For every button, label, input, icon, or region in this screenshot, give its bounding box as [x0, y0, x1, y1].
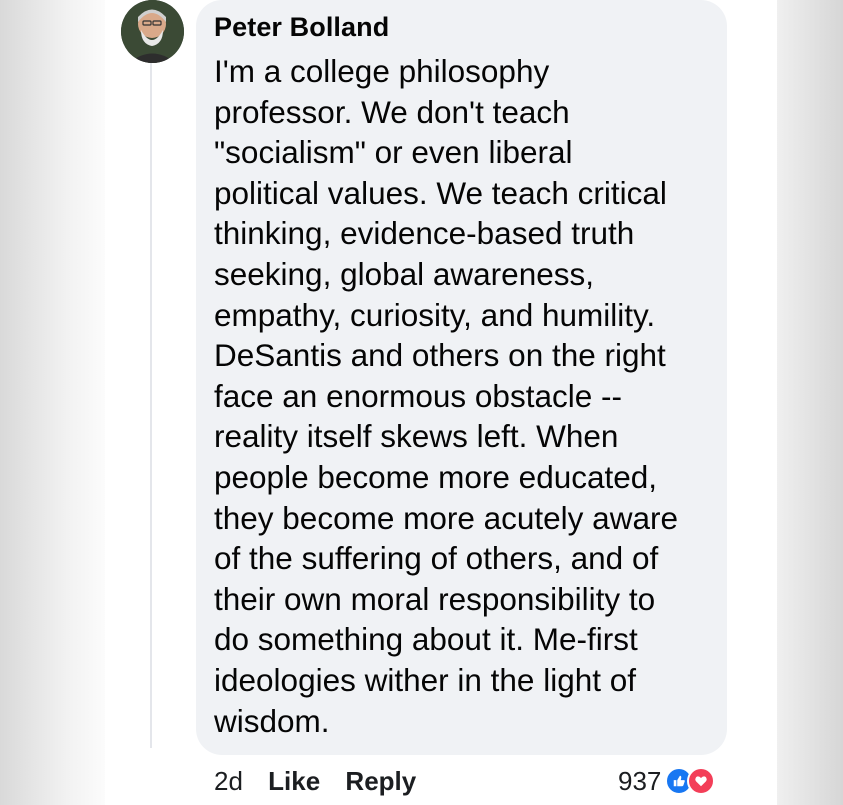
comment-line: professor. We don't teach	[214, 93, 570, 130]
reaction-icons	[665, 767, 716, 795]
comment-line: seeking, global awareness,	[214, 255, 594, 292]
comment-line: their own moral responsibility to	[214, 580, 656, 617]
comment-line: thinking, evidence-based truth	[214, 215, 635, 252]
avatar[interactable]	[121, 0, 184, 63]
comment-actions: 2d Like Reply	[214, 766, 434, 797]
comment-line: wisdom.	[214, 702, 330, 739]
comment-line: they become more acutely aware	[214, 499, 678, 536]
comment-line: "socialism" or even liberal	[214, 134, 573, 171]
comment-line: ideologies wither in the light of	[214, 661, 637, 698]
comment-author[interactable]: Peter Bolland	[214, 12, 389, 43]
comment-text: I'm a college philosophy professor. We d…	[214, 51, 714, 741]
reaction-count: 937	[618, 765, 662, 796]
comment-line: I'm a college philosophy	[214, 53, 550, 89]
reactions-summary[interactable]: 937	[618, 765, 716, 797]
like-button[interactable]: Like	[268, 766, 320, 796]
love-icon	[687, 767, 716, 795]
comment-timestamp[interactable]: 2d	[214, 766, 243, 796]
comment-line: DeSantis and others on the right	[214, 337, 666, 374]
thread-line	[150, 58, 152, 748]
comment-line: political values. We teach critical	[214, 174, 667, 211]
comment-line: of the suffering of others, and of	[214, 540, 659, 577]
reply-button[interactable]: Reply	[345, 766, 416, 796]
comment-line: face an enormous obstacle --	[214, 377, 622, 414]
avatar-image	[121, 0, 184, 63]
comment-line: people become more educated,	[214, 458, 658, 495]
comment-line: do something about it. Me-first	[214, 621, 638, 658]
comment-line: reality itself skews left. When	[214, 418, 619, 455]
comment-line: empathy, curiosity, and humility.	[214, 296, 656, 333]
